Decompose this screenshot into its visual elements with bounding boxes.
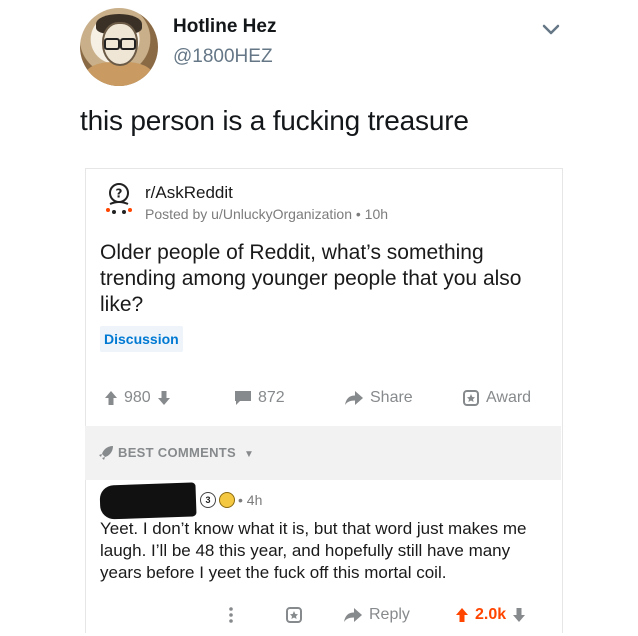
more-icon bbox=[229, 607, 233, 623]
svg-text:?: ? bbox=[116, 187, 123, 201]
comment-icon bbox=[235, 391, 251, 405]
reply-button[interactable]: Reply bbox=[343, 603, 410, 627]
award-label: Award bbox=[486, 389, 532, 406]
comment-vote-group: 2.0k bbox=[455, 603, 526, 627]
comment-score: 2.0k bbox=[475, 606, 507, 623]
subreddit-name[interactable]: r/AskReddit bbox=[145, 183, 233, 203]
share-icon bbox=[345, 391, 363, 405]
share-button[interactable]: Share bbox=[344, 386, 413, 410]
award-badge-icon bbox=[219, 492, 235, 508]
avatar[interactable] bbox=[80, 8, 158, 86]
rocket-icon bbox=[99, 446, 113, 460]
chevron-down-icon[interactable] bbox=[540, 18, 562, 40]
upvote-icon[interactable] bbox=[104, 390, 118, 406]
tweet-text: this person is a fucking treasure bbox=[80, 105, 469, 136]
reply-label: Reply bbox=[369, 606, 410, 623]
award-icon bbox=[286, 607, 302, 623]
redacted-username bbox=[99, 482, 197, 520]
vote-group: 980 bbox=[104, 386, 171, 410]
more-button[interactable] bbox=[228, 603, 234, 627]
comment-count: 872 bbox=[258, 389, 285, 406]
post-title[interactable]: Older people of Reddit, what’s something… bbox=[100, 240, 550, 318]
downvote-icon[interactable] bbox=[512, 607, 526, 623]
flair-badge[interactable]: Discussion bbox=[100, 326, 183, 352]
upvote-icon[interactable] bbox=[455, 607, 469, 623]
karma-badge: 3 bbox=[200, 492, 216, 508]
share-label: Share bbox=[370, 389, 413, 406]
subreddit-icon[interactable]: ? bbox=[104, 182, 134, 216]
comment-age: • 4h bbox=[238, 492, 263, 508]
downvote-icon[interactable] bbox=[157, 390, 171, 406]
award-button[interactable]: Award bbox=[462, 386, 531, 410]
reply-icon bbox=[344, 608, 362, 622]
comment-meta: 3 • 4h bbox=[200, 492, 262, 508]
award-icon bbox=[463, 390, 479, 406]
sort-label[interactable]: BEST COMMENTS ▼ bbox=[118, 445, 254, 460]
comment-award-button[interactable] bbox=[285, 603, 303, 627]
upvote-count: 980 bbox=[124, 389, 151, 406]
handle[interactable]: @1800HEZ bbox=[173, 46, 273, 68]
comments-button[interactable]: 872 bbox=[234, 386, 285, 410]
post-meta: Posted by u/UnluckyOrganization • 10h bbox=[145, 206, 389, 222]
caret-down-icon: ▼ bbox=[243, 449, 255, 460]
comment-text: Yeet. I don’t know what it is, but that … bbox=[100, 519, 527, 582]
display-name[interactable]: Hotline Hez bbox=[173, 16, 276, 38]
